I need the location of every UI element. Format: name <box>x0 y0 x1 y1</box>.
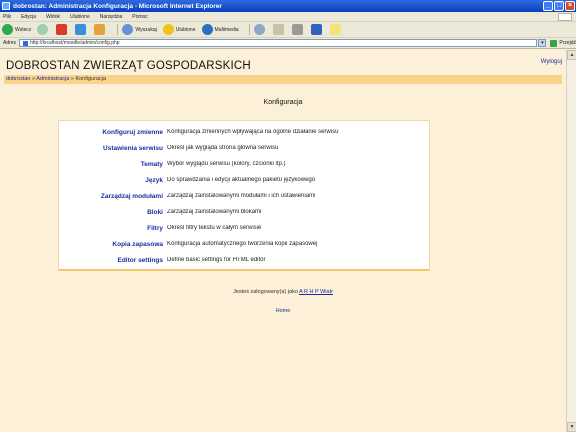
config-desc: Określ filtry tekstu w całym serwisie <box>167 225 262 231</box>
forward-arrow-icon <box>37 24 49 35</box>
media-label: Multimedia <box>214 26 239 33</box>
config-link[interactable]: Ustawienia serwisu <box>59 145 167 152</box>
home-link[interactable]: Home <box>0 308 566 314</box>
user-link[interactable]: A R H P Wiatr <box>299 289 333 295</box>
go-button[interactable]: Przejdź <box>550 39 576 47</box>
breadcrumb-current: Konfiguracja <box>75 76 107 82</box>
page-content: DOBROSTAN ZWIERZĄT GOSPODARSKICH Wyloguj… <box>0 50 566 432</box>
address-dropdown-button[interactable]: ▾ <box>538 39 547 47</box>
go-label: Przejdź <box>559 40 576 46</box>
back-label: Wstecz <box>15 26 32 33</box>
config-desc: Wybór wyglądu serwisu (kolory, czcionki … <box>167 161 286 167</box>
config-row: Editor settings Define basic settings fo… <box>59 252 429 268</box>
menu-file[interactable]: Plik <box>3 14 11 20</box>
favorites-label: Ulubione <box>175 26 196 33</box>
config-row: Język Do sprawdzania i edycji aktualnego… <box>59 172 429 188</box>
breadcrumb: dobrostan » Administracja » Konfiguracja <box>4 75 562 84</box>
note-icon <box>329 24 341 35</box>
refresh-button[interactable] <box>75 24 88 35</box>
toolbar-separator <box>117 24 119 35</box>
maximize-button[interactable]: □ <box>554 1 564 11</box>
history-icon <box>253 24 265 35</box>
window-title: dobrostan: Administracja Konfiguracja - … <box>13 2 222 10</box>
edit-icon <box>310 24 322 35</box>
config-row: Ustawienia serwisu Określ jak wygląda st… <box>59 140 429 156</box>
ie-icon <box>2 2 10 10</box>
config-row: Zarządzaj modułami Zarządzaj zainstalowa… <box>59 188 429 204</box>
back-arrow-icon <box>2 24 13 35</box>
config-row: Bloki Zarządzaj zainstalowanymi blokami <box>59 204 429 220</box>
config-link[interactable]: Filtry <box>59 225 167 232</box>
config-row: Tematy Wybór wyglądu serwisu (kolory, cz… <box>59 156 429 172</box>
scroll-up-button[interactable]: ▲ <box>567 50 576 60</box>
home-button[interactable] <box>94 24 107 35</box>
config-row: Konfiguruj zmienne Konfiguracja zmiennyc… <box>59 124 429 140</box>
config-desc: Do sprawdzania i edycji aktualnego pakie… <box>167 177 316 183</box>
stop-button[interactable] <box>56 24 69 35</box>
config-row: Kopia zapasowa Konfiguracja automatyczne… <box>59 236 429 252</box>
mail-icon <box>272 24 284 35</box>
go-arrow-icon <box>550 39 558 47</box>
search-button[interactable]: Wyszukaj <box>122 24 157 35</box>
media-icon <box>201 24 213 35</box>
print-button[interactable] <box>291 24 305 35</box>
config-desc: Konfiguracja automatycznego tworzenia ko… <box>167 241 318 247</box>
breadcrumb-admin[interactable]: Administracja <box>36 76 69 82</box>
menu-favorites[interactable]: Ulubione <box>70 14 90 20</box>
config-link[interactable]: Zarządzaj modułami <box>59 193 167 200</box>
config-table: Konfiguruj zmienne Konfiguracja zmiennyc… <box>58 120 430 271</box>
config-desc: Define basic settings for HTML editor <box>167 257 266 263</box>
config-desc: Zarządzaj zainstalowanymi blokami <box>167 209 262 215</box>
edit-button[interactable] <box>310 24 324 35</box>
toolbar-separator <box>248 24 250 35</box>
star-icon <box>162 24 174 35</box>
menu-edit[interactable]: Edycja <box>21 14 36 20</box>
close-button[interactable]: × <box>565 1 575 11</box>
search-label: Wyszukaj <box>135 26 157 33</box>
toolbar: Wstecz Wyszukaj Ulubione Multimedia <box>0 22 576 38</box>
menu-view[interactable]: Widok <box>46 14 60 20</box>
page-icon <box>23 40 29 46</box>
address-bar: Adres http://localhost/moodle/admin/conf… <box>0 38 576 49</box>
config-desc: Zarządzaj zainstalowanymi modułami i ich… <box>167 193 316 199</box>
config-desc: Określ jak wygląda strona główna serwisu <box>167 145 279 151</box>
home-icon <box>94 24 106 35</box>
config-link[interactable]: Kopia zapasowa <box>59 241 167 248</box>
menu-tools[interactable]: Narzędzia <box>100 14 123 20</box>
messenger-button[interactable] <box>329 24 343 35</box>
history-button[interactable] <box>253 24 267 35</box>
address-input[interactable]: http://localhost/moodle/admin/config.php <box>19 39 538 47</box>
breadcrumb-home[interactable]: dobrostan <box>6 76 30 82</box>
forward-button[interactable] <box>37 24 50 35</box>
refresh-icon <box>75 24 87 35</box>
config-link[interactable]: Editor settings <box>59 257 167 264</box>
window-titlebar: dobrostan: Administracja Konfiguracja - … <box>0 0 576 12</box>
back-button[interactable]: Wstecz <box>2 24 31 35</box>
mail-button[interactable] <box>272 24 286 35</box>
media-button[interactable]: Multimedia <box>201 24 239 35</box>
minimize-button[interactable]: _ <box>543 1 553 11</box>
address-url: http://localhost/moodle/admin/config.php <box>30 39 120 46</box>
config-desc: Konfiguracja zmiennych wpływająca na ogó… <box>167 129 339 135</box>
config-link[interactable]: Język <box>59 177 167 184</box>
login-info-text: Jesteś zalogowany(a) jako <box>233 289 298 295</box>
windows-logo-icon <box>558 12 572 21</box>
config-link[interactable]: Bloki <box>59 209 167 216</box>
address-label: Adres <box>3 40 17 46</box>
print-icon <box>291 24 303 35</box>
logout-link[interactable]: Wyloguj <box>541 59 562 65</box>
config-link[interactable]: Tematy <box>59 161 167 168</box>
site-title: DOBROSTAN ZWIERZĄT GOSPODARSKICH <box>6 60 251 72</box>
page-title: Konfiguracja <box>263 99 303 106</box>
config-link[interactable]: Konfiguruj zmienne <box>59 129 167 136</box>
stop-icon <box>56 24 68 35</box>
scroll-down-button[interactable]: ▼ <box>567 422 576 432</box>
menu-help[interactable]: Pomoc <box>132 14 148 20</box>
menubar: Plik Edycja Widok Ulubione Narzędzia Pom… <box>0 12 576 22</box>
vertical-scrollbar[interactable]: ▲ ▼ <box>566 50 576 432</box>
login-info: Jesteś zalogowany(a) jako A R H P Wiatr <box>0 289 566 295</box>
favorites-button[interactable]: Ulubione <box>162 24 196 35</box>
config-row: Filtry Określ filtry tekstu w całym serw… <box>59 220 429 236</box>
search-icon <box>122 24 134 35</box>
